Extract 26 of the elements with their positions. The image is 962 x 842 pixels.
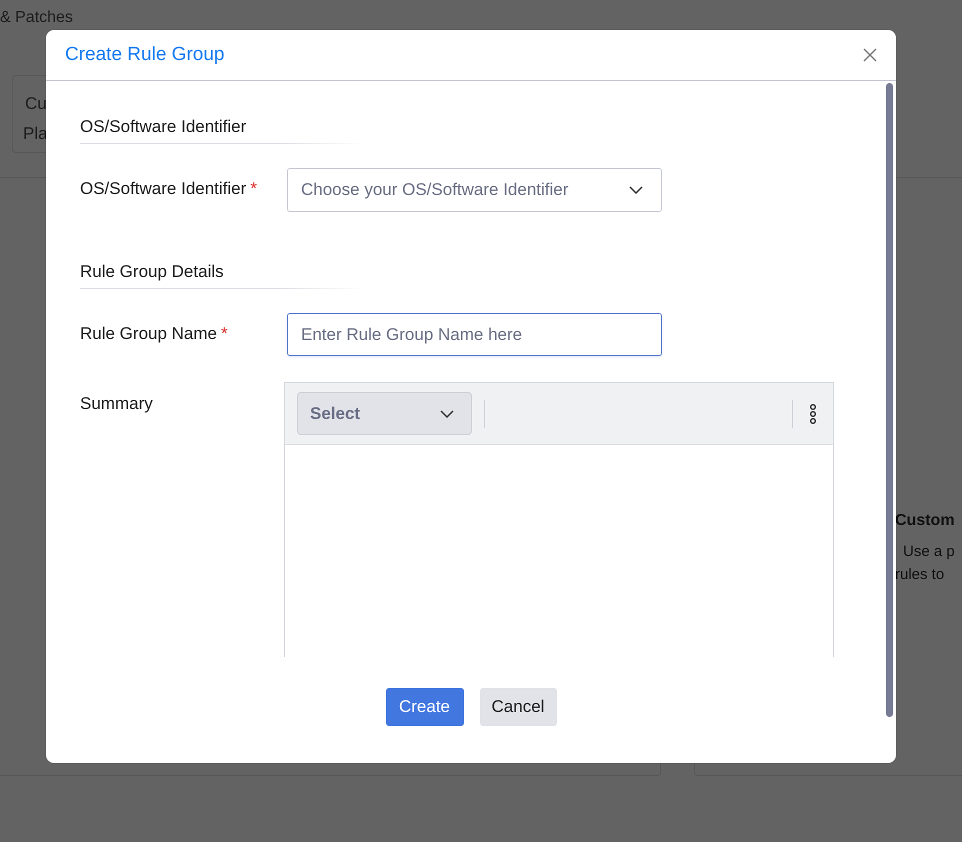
field-label: Rule Group Name xyxy=(80,324,218,344)
card-text: Cu xyxy=(25,94,47,114)
create-button[interactable]: Create xyxy=(386,688,464,726)
card-text: Use a p xyxy=(903,543,955,560)
dropdown-field[interactable]: Choose your OS/Software Identifier xyxy=(287,168,662,212)
card-text: Pla xyxy=(23,124,48,144)
cancel-button[interactable]: Cancel xyxy=(480,688,556,726)
card-title: Custom xyxy=(895,512,955,530)
vertical-dots-icon xyxy=(809,404,817,424)
card-text: rules to xyxy=(895,566,944,583)
section-heading: OS/Software Identifier xyxy=(80,117,365,144)
field-label: OS/Software Identifier xyxy=(80,179,246,199)
breadcrumb-item[interactable]: & Patches xyxy=(0,8,73,28)
scrollbar-thumb[interactable] xyxy=(886,83,893,717)
section-heading: Rule Group Details xyxy=(80,262,365,289)
required-mark: * xyxy=(221,324,228,344)
input-field[interactable]: Enter Rule Group Name here xyxy=(287,313,662,356)
close-button[interactable] xyxy=(861,46,879,64)
text-editor[interactable]: Select xyxy=(284,382,834,657)
dialog-title: Create Rule Group xyxy=(65,44,224,66)
required-mark: * xyxy=(250,179,257,199)
chevron-down-icon xyxy=(440,410,454,418)
chevron-down-icon xyxy=(629,186,643,194)
field-label: Summary xyxy=(80,394,153,414)
close-icon xyxy=(863,48,877,62)
format-dropdown[interactable]: Select xyxy=(297,392,472,435)
